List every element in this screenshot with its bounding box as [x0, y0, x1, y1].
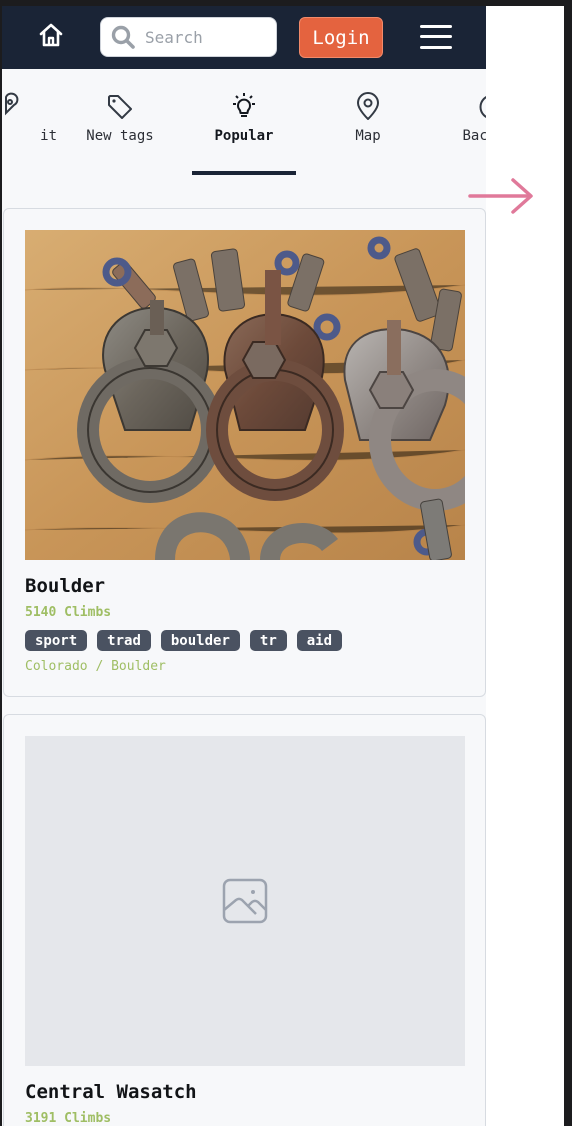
top-nav-bar: Login [2, 6, 486, 69]
search-box[interactable] [100, 17, 277, 57]
dollar-circle-icon [479, 96, 486, 118]
image-icon [222, 878, 268, 924]
climb-count: 3191 Climbs [25, 1111, 112, 1126]
area-card[interactable]: Central Wasatch 3191 Climbs [3, 714, 486, 1126]
tab-backers[interactable]: Backers [437, 89, 486, 144]
lightbulb-icon [233, 93, 255, 117]
hamburger-menu-button[interactable] [420, 21, 454, 51]
app-viewport: Login it [2, 6, 486, 1126]
tag-badge[interactable]: sport [25, 630, 88, 651]
menu-line-icon [420, 25, 452, 28]
area-title[interactable]: Central Wasatch [25, 1081, 197, 1103]
tab-label: Popular [214, 128, 274, 144]
active-tab-indicator [192, 171, 296, 175]
location-breadcrumb[interactable]: Colorado / Boulder [25, 659, 166, 674]
login-button[interactable]: Login [299, 17, 383, 58]
tab-label: New tags [86, 128, 154, 144]
browser-frame: Login it [2, 6, 564, 1126]
tab-label: Backers [462, 128, 486, 144]
tab-map[interactable]: Map [313, 89, 423, 144]
tag-badge[interactable]: boulder [160, 630, 240, 651]
tab-partial[interactable]: it [2, 89, 57, 144]
home-icon [39, 23, 63, 47]
tab-label: it [40, 128, 57, 144]
tab-label: Map [355, 128, 381, 144]
tab-popular[interactable]: Popular [189, 89, 299, 144]
tab-new-tags[interactable]: New tags [65, 89, 175, 144]
climb-count: 5140 Climbs [25, 605, 112, 620]
tag-badge[interactable]: trad [97, 630, 151, 651]
tag-badge[interactable]: aid [296, 630, 343, 651]
menu-line-icon [420, 46, 452, 49]
menu-line-icon [420, 35, 452, 38]
map-marker-icon [357, 92, 379, 120]
image-placeholder [25, 736, 465, 1066]
tag-icon [108, 95, 132, 119]
category-tabs: it New tags Popular Map Bac [2, 69, 486, 179]
area-card[interactable]: Boulder 5140 Climbs sport trad boulder t… [3, 208, 486, 697]
search-input[interactable] [145, 27, 265, 47]
area-title[interactable]: Boulder [25, 575, 105, 597]
area-photo [25, 230, 465, 560]
search-icon [111, 25, 135, 49]
tag-badge[interactable]: tr [249, 630, 287, 651]
map-pin-icon [5, 92, 19, 116]
tag-list: sport trad boulder tr aid [25, 630, 343, 651]
arrow-right-icon [468, 178, 533, 214]
home-button[interactable] [36, 20, 66, 50]
